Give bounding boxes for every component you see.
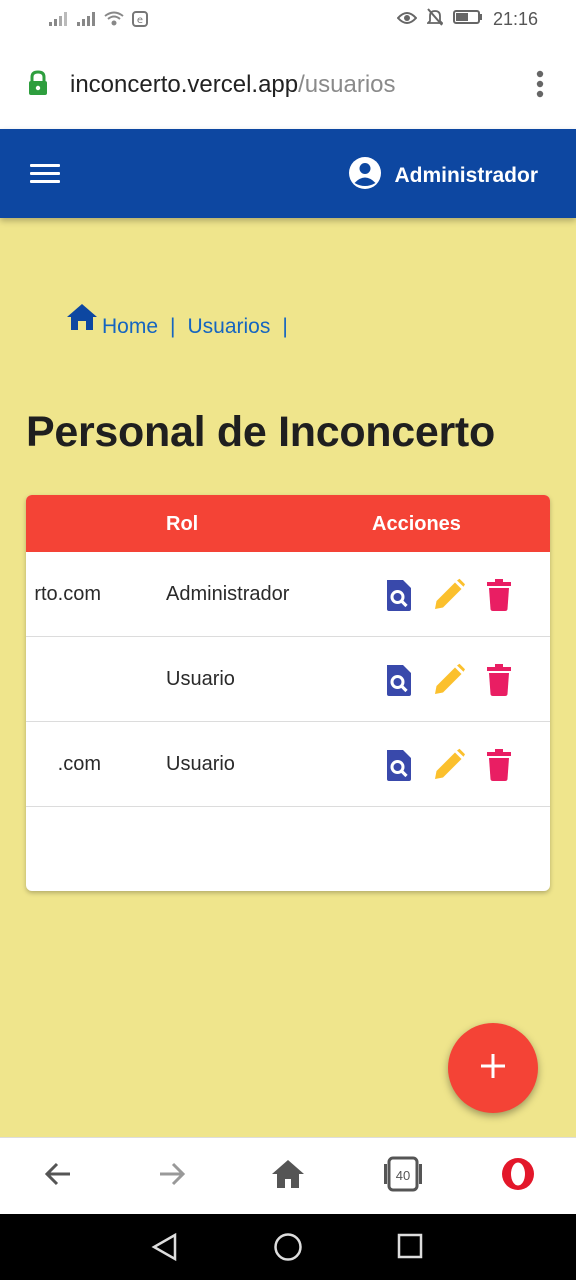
breadcrumb-home[interactable]: Home [102,315,158,339]
view-doc-icon[interactable] [382,578,416,612]
user-name: Administrador [394,164,538,187]
row-actions [382,578,516,612]
browser-url-bar[interactable]: inconcerto.vercel.app/usuarios [0,40,576,129]
signal-icon [76,11,96,32]
delete-icon[interactable] [482,663,516,697]
user-menu[interactable]: Administrador [348,156,538,196]
breadcrumb-users[interactable]: Usuarios [188,315,271,339]
add-icon [480,1053,506,1084]
table-header: Rol Acciones [26,495,550,552]
row-actions [382,748,516,782]
url-text[interactable]: inconcerto.vercel.app/usuarios [70,71,396,99]
user-role: Usuario [166,668,235,690]
tabs-icon[interactable]: 40 [383,1155,423,1198]
add-user-button[interactable] [448,1023,538,1113]
delete-icon[interactable] [482,748,516,782]
wifi-icon [104,11,124,32]
delete-icon[interactable] [482,578,516,612]
account-circle-icon [348,156,382,196]
table-row: Usuario [26,637,550,722]
page-title: Personal de Inconcerto [26,408,495,456]
user-role: Administrador [166,583,290,605]
more-vert-icon[interactable] [536,70,544,103]
home-icon[interactable] [271,1158,305,1195]
signal-icon [48,11,68,32]
row-actions [382,663,516,697]
view-doc-icon[interactable] [382,748,416,782]
breadcrumb-separator: | [282,315,288,338]
breadcrumb-separator: | [170,315,176,338]
url-domain: inconcerto.vercel.app [70,71,299,98]
breadcrumb: Home | Usuarios | [66,303,300,339]
edit-icon[interactable] [432,748,466,782]
column-header-acciones: Acciones [372,513,461,535]
lock-icon [27,70,49,101]
status-right: 21:16 [396,8,538,31]
forward-arrow-icon[interactable] [156,1158,188,1195]
opera-icon[interactable] [500,1156,536,1197]
menu-icon[interactable] [30,164,60,184]
users-table: Rol Acciones rto.com Administrador Usuar… [26,495,550,891]
status-time: 21:16 [492,9,538,29]
app-bar: Administrador [0,129,576,218]
battery-icon [452,9,483,30]
url-path: /usuarios [298,71,396,98]
user-role: Usuario [166,753,235,775]
column-header-rol: Rol [166,513,199,535]
edit-icon[interactable] [432,578,466,612]
table-row: rto.com Administrador [26,552,550,637]
eye-icon [396,9,418,30]
browser-nav-bar: 40 [0,1137,576,1215]
table-row: .com Usuario [26,722,550,807]
status-bar: e 21:16 [0,0,576,40]
status-left: e [48,11,148,32]
view-doc-icon[interactable] [382,663,416,697]
system-home-icon[interactable] [273,1232,303,1267]
browser-notification-icon: e [132,11,148,32]
user-email: .com [57,753,101,775]
edit-icon[interactable] [432,663,466,697]
bell-off-icon [425,8,445,31]
back-arrow-icon[interactable] [42,1158,74,1195]
system-recents-icon[interactable] [396,1232,426,1267]
user-email: rto.com [34,583,101,605]
home-icon[interactable] [66,303,98,337]
system-back-icon[interactable] [150,1232,180,1267]
system-nav-bar [0,1214,576,1280]
svg-text:e: e [137,15,143,26]
tab-count: 40 [396,1168,410,1183]
